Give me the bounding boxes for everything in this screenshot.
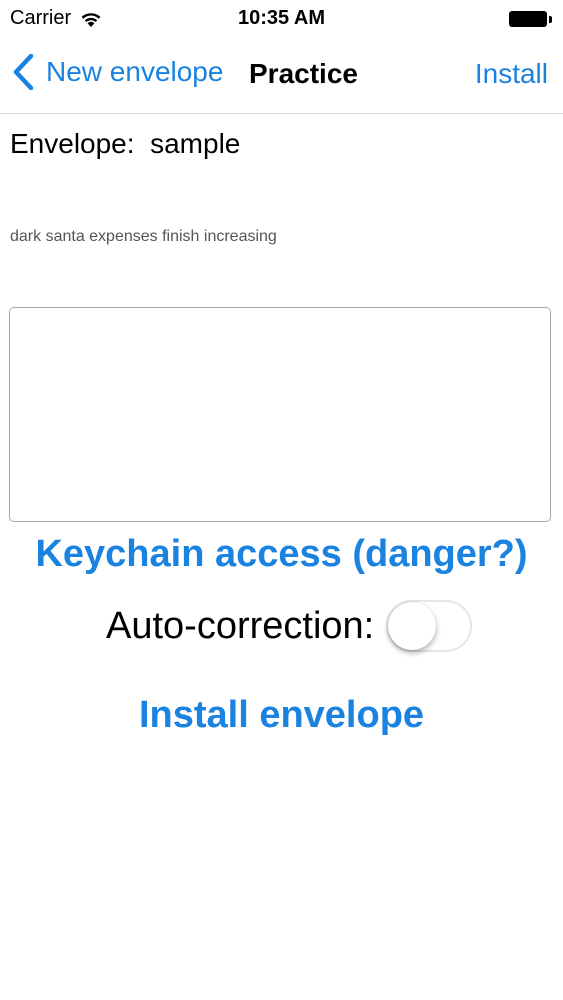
autocorrect-row: Auto-correction: <box>106 600 473 652</box>
envelope-line: Envelope: sample <box>10 128 240 160</box>
envelope-text-area[interactable] <box>9 307 551 522</box>
back-button-label: New envelope <box>46 56 224 87</box>
install-envelope-button[interactable]: Install envelope <box>0 694 563 737</box>
hint-text: dark santa expenses finish increasing <box>10 228 277 245</box>
autocorrect-toggle[interactable] <box>386 600 473 652</box>
envelope-label: Envelope: <box>10 128 135 159</box>
status-bar: Carrier 10:35 AM <box>0 0 563 40</box>
autocorrect-label: Auto-correction: <box>106 604 375 647</box>
battery-tip <box>549 15 552 23</box>
nav-install-button[interactable]: Install <box>475 58 548 90</box>
chevron-left-icon <box>13 54 34 90</box>
battery-body <box>509 11 547 27</box>
battery-icon <box>509 10 553 28</box>
keychain-access-button[interactable]: Keychain access (danger?) <box>0 533 563 576</box>
nav-title: Practice <box>249 58 358 89</box>
toggle-knob <box>388 602 437 650</box>
back-button[interactable]: New envelope <box>12 54 223 90</box>
envelope-value: sample <box>150 128 241 159</box>
status-time: 10:35 AM <box>237 7 326 29</box>
screen: Carrier 10:35 AM New envelope Practice I… <box>0 0 563 1000</box>
navigation-bar: New envelope Practice Install <box>0 40 563 114</box>
